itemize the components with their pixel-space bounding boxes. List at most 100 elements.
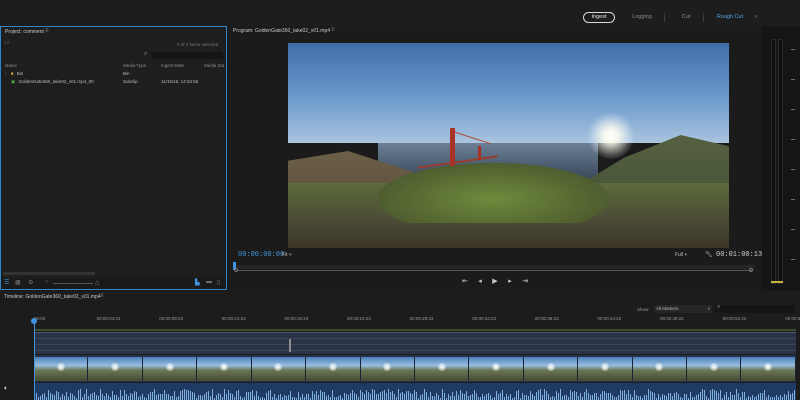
waveform-sample xyxy=(412,394,413,400)
waveform-sample xyxy=(556,391,557,400)
panel-menu-icon[interactable]: ≡ xyxy=(331,27,335,33)
waveform-sample xyxy=(286,396,287,400)
waveform-sample xyxy=(458,395,459,400)
timeline-title: Timeline: GoldenGate360_take02_v01.mp4 xyxy=(4,294,101,300)
thumbnail-sun xyxy=(764,363,773,371)
meter-tick xyxy=(791,49,795,50)
video-track-2[interactable] xyxy=(34,332,796,354)
icon-view-icon[interactable]: ▦ xyxy=(15,279,21,286)
waveform-sample xyxy=(476,393,477,400)
workspace-tab-ingest[interactable]: Ingest xyxy=(583,12,615,23)
column-ingest-date[interactable]: Ingest Date xyxy=(161,63,184,68)
zoom-in-icon[interactable]: △ xyxy=(95,279,100,286)
waveform-sample xyxy=(126,394,127,400)
waveform-sample xyxy=(394,394,395,400)
waveform-sample xyxy=(678,394,679,400)
step-forward-icon[interactable]: ▸ xyxy=(505,277,515,285)
speaker-icon[interactable]: 🔈︎ xyxy=(4,385,8,393)
freeform-view-icon[interactable]: ⚙ xyxy=(28,279,33,286)
quality-dropdown[interactable]: Full ▾ xyxy=(675,252,687,258)
zoom-scroll-bar[interactable] xyxy=(237,270,752,271)
waveform-sample xyxy=(528,396,529,400)
search-icon: ⌕ xyxy=(717,304,721,310)
new-bin-icon[interactable]: ▙ xyxy=(195,279,200,286)
waveform-sample xyxy=(120,390,121,400)
list-item[interactable]: ▣ GoldenGate360_take02_v01.mp4_00 xyxy=(11,79,94,85)
list-item[interactable]: › ■ Bin xyxy=(5,71,23,76)
waveform-sample xyxy=(606,393,607,400)
disclosure-triangle-icon[interactable]: › xyxy=(5,71,7,76)
waveform-sample xyxy=(576,392,577,400)
project-search-input[interactable]: ⌕ xyxy=(144,51,223,59)
waveform-sample xyxy=(760,393,761,400)
mark-in-icon[interactable]: ⇤ xyxy=(460,277,470,285)
scrub-bar[interactable] xyxy=(234,265,754,269)
horizontal-scrollbar[interactable] xyxy=(3,272,95,275)
waveform-sample xyxy=(158,394,159,400)
waveform-sample xyxy=(540,389,541,400)
waveform-sample xyxy=(202,396,203,400)
timeline-search-input[interactable]: ⌕ xyxy=(715,304,795,313)
audio-track-1[interactable] xyxy=(34,383,796,400)
waveform-sample xyxy=(730,392,731,400)
waveform-sample xyxy=(786,395,787,400)
clip-thumbnail xyxy=(632,357,688,381)
markers-filter-dropdown[interactable]: All Markers ▾ xyxy=(654,305,712,313)
panel-menu-icon[interactable]: ≡ xyxy=(45,28,49,34)
thumbnail-sun xyxy=(219,363,228,371)
waveform-sample xyxy=(690,392,691,400)
zoom-slider[interactable] xyxy=(53,283,93,284)
column-name[interactable]: Name xyxy=(5,63,17,68)
workspace-overflow-icon[interactable]: » xyxy=(754,14,757,20)
workspace-tab-cut[interactable]: Cut xyxy=(672,12,700,23)
clip-thumbnail xyxy=(578,357,633,381)
waveform-sample xyxy=(246,392,247,400)
zoom-out-icon[interactable]: ○ xyxy=(45,279,49,285)
workspace-tab-logging[interactable]: Logging xyxy=(624,12,660,23)
step-back-icon[interactable]: ◂ xyxy=(475,277,485,285)
workspace-tab-rough-cut[interactable]: Rough Cut xyxy=(710,12,750,23)
waveform-sample xyxy=(544,389,545,400)
waveform-sample xyxy=(52,394,53,400)
zoom-handle-right[interactable] xyxy=(749,268,753,272)
panel-menu-icon[interactable]: ≡ xyxy=(100,293,104,299)
video-frame[interactable] xyxy=(288,43,729,248)
waveform-sample xyxy=(404,394,405,400)
trash-icon[interactable]: ▯ xyxy=(217,279,220,286)
waveform-sample xyxy=(356,394,357,400)
fit-dropdown[interactable]: Fit ▾ xyxy=(282,252,291,258)
waveform-sample xyxy=(444,393,445,400)
waveform-sample xyxy=(502,390,503,400)
waveform-sample xyxy=(604,391,605,400)
play-icon[interactable]: ▶ xyxy=(490,277,500,285)
waveform-sample xyxy=(526,395,527,400)
thumbnail-sun xyxy=(437,363,446,371)
clip-thumbnail xyxy=(306,357,361,381)
waveform-sample xyxy=(486,394,487,400)
clip-thumbnails[interactable] xyxy=(34,357,796,381)
waveform-sample xyxy=(762,393,763,400)
current-timecode[interactable]: 00:00:00:00 xyxy=(238,251,284,259)
work-area-bar[interactable] xyxy=(34,329,796,331)
waveform-sample xyxy=(256,391,257,400)
waveform-sample xyxy=(702,389,703,400)
waveform-sample xyxy=(326,396,327,400)
search-icon: ⌕ xyxy=(144,51,148,57)
audio-meter-left xyxy=(771,39,776,284)
waveform-sample xyxy=(84,394,85,400)
waveform-sample xyxy=(482,394,483,400)
edit-point[interactable] xyxy=(289,339,291,352)
wrench-icon[interactable]: 🔧︎ xyxy=(705,251,713,258)
column-media-start[interactable]: Media Sta xyxy=(204,63,224,68)
waveform-sample xyxy=(456,391,457,400)
waveform-sample xyxy=(108,395,109,400)
waveform-sample xyxy=(566,395,567,400)
list-view-icon[interactable]: ☰ xyxy=(4,279,9,286)
timeline-playhead[interactable] xyxy=(34,324,35,400)
zoom-handle-left[interactable] xyxy=(234,268,238,272)
waveform-sample xyxy=(672,396,673,400)
column-media-type[interactable]: Media Type xyxy=(123,63,146,68)
folder-icon[interactable]: ▬ xyxy=(206,279,212,285)
waveform-sample xyxy=(596,393,597,400)
mark-out-icon[interactable]: ⇥ xyxy=(520,277,530,285)
